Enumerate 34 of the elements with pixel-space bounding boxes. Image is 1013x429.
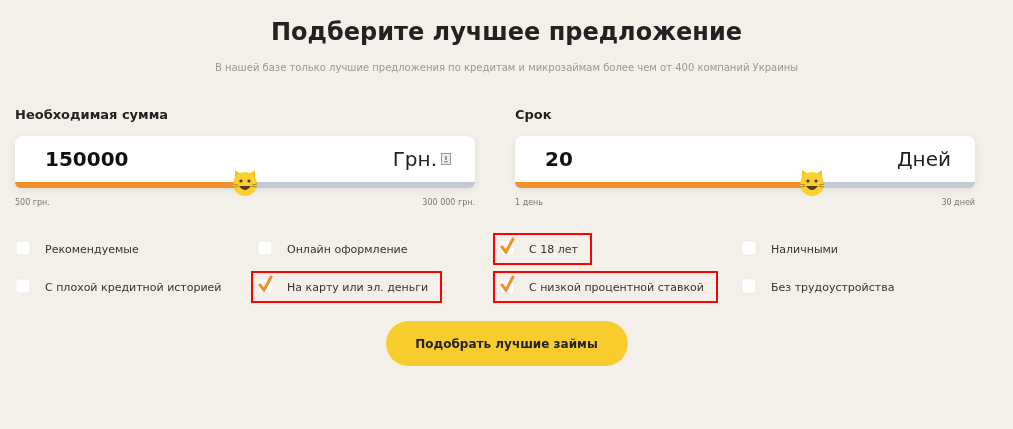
filter-label: Наличными — [771, 242, 838, 256]
filter-option[interactable]: С плохой кредитной историей — [9, 271, 236, 303]
value-field[interactable]: 20 — [545, 147, 573, 171]
filter-option[interactable]: Без трудоустройства — [735, 271, 909, 303]
checkbox[interactable] — [499, 237, 515, 256]
filter-option[interactable]: С низкой процентной ставкой — [493, 271, 718, 303]
max-label: 300 000 грн. — [422, 198, 475, 207]
min-label: 1 день — [515, 198, 544, 207]
page-subtitle: В нашей базе только лучшие предложения по кредитам и микрозаймам более чем от 400 компаний Украины — [213, 62, 800, 73]
slider-thumb[interactable] — [232, 169, 258, 197]
filter-label: С низкой процентной ставкой — [529, 280, 704, 294]
unit-label: Дней — [897, 147, 951, 171]
page-title: Подберите лучшее предложение — [270, 17, 743, 48]
min-label: 500 грн. — [15, 198, 50, 207]
filter-label: С 18 лет — [529, 242, 578, 256]
filter-label: Без трудоустройства — [771, 280, 895, 294]
filter-label: На карту или эл. деньги — [287, 280, 429, 294]
filter-option[interactable]: На карту или эл. деньги — [251, 271, 443, 303]
filter-option[interactable]: Онлайн оформление — [251, 233, 422, 265]
slider-label: Срок — [515, 107, 553, 124]
filter-option[interactable]: С 18 лет — [493, 233, 592, 265]
filter-option[interactable]: Рекомендуемые — [9, 233, 153, 265]
unit-label: Грн. — [392, 147, 437, 171]
filter-option[interactable]: Наличными — [735, 233, 852, 265]
checkbox[interactable] — [257, 275, 273, 294]
checkbox[interactable] — [499, 275, 515, 294]
slider-label: Необходимая сумма — [15, 107, 170, 124]
slider-thumb[interactable] — [798, 169, 825, 197]
value-field[interactable]: 150000 — [45, 147, 129, 171]
filter-label: Онлайн оформление — [287, 242, 408, 256]
filter-label: С плохой кредитной историей — [45, 280, 222, 294]
filter-label: Рекомендуемые — [45, 242, 139, 256]
submit-button[interactable]: Подобрать лучшие займы — [385, 321, 628, 366]
max-label: 30 дней — [941, 198, 975, 207]
